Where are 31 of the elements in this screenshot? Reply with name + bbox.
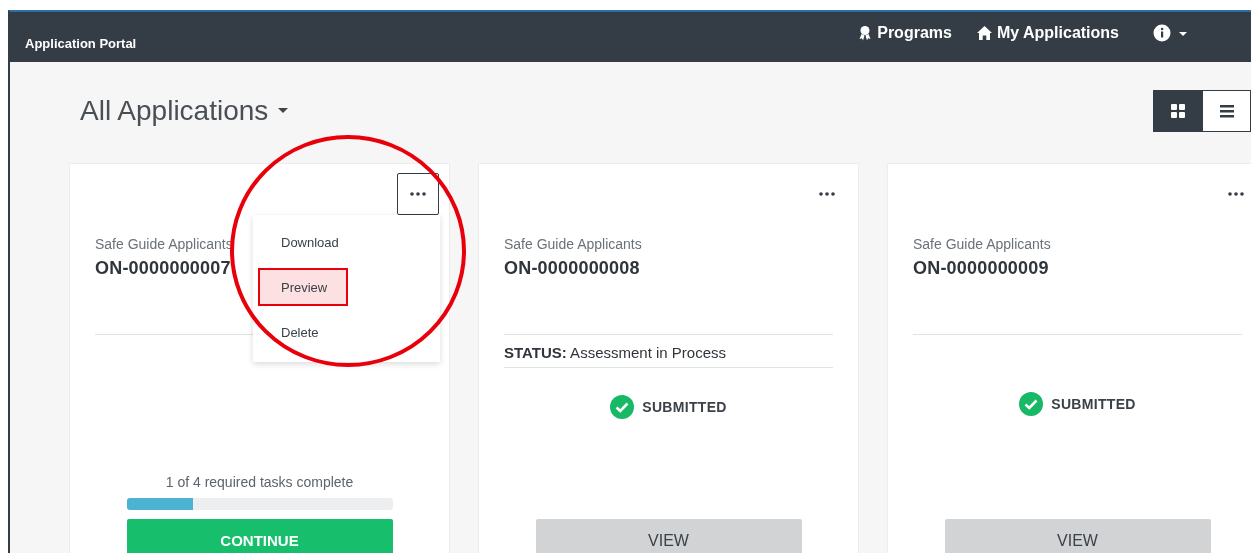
view-button[interactable]: VIEW xyxy=(535,519,802,553)
caret-icon xyxy=(278,108,289,114)
program-name: Safe Guide Applicants xyxy=(913,236,1051,252)
more-options-button[interactable] xyxy=(397,173,439,215)
grid-view-button[interactable] xyxy=(1153,90,1202,132)
grid-icon xyxy=(1169,103,1186,119)
nav-link[interactable]: My Applications xyxy=(975,24,1119,42)
view-filter-dropdown[interactable]: All Applications xyxy=(69,95,289,127)
list-icon xyxy=(1218,103,1235,119)
ellipsis-icon xyxy=(819,192,835,196)
ellipsis-icon xyxy=(410,192,426,196)
application-number: ON-0000000007 xyxy=(95,258,231,279)
info-menu-button[interactable] xyxy=(1153,24,1189,42)
submitted-label: SUBMITTED xyxy=(1051,395,1136,412)
check-circle-icon xyxy=(1019,391,1044,416)
application-number: ON-0000000009 xyxy=(913,258,1049,279)
home-icon xyxy=(975,25,993,41)
list-view-button[interactable] xyxy=(1202,90,1251,132)
status-text: STATUS: Assessment in Process xyxy=(504,343,727,363)
submitted-label: SUBMITTED xyxy=(642,399,727,416)
nav-link[interactable]: Programs xyxy=(857,24,952,42)
app-title: Application Portal xyxy=(25,35,137,51)
progress-text: 1 of 4 required tasks complete xyxy=(165,474,354,490)
program-name: Safe Guide Applicants xyxy=(504,236,642,252)
view-button[interactable]: VIEW xyxy=(944,519,1211,553)
menu-item[interactable]: Download xyxy=(258,222,360,261)
check-circle-icon xyxy=(610,395,635,420)
ellipsis-icon xyxy=(1228,192,1244,196)
menu-item[interactable]: Preview xyxy=(258,267,349,306)
menu-item[interactable]: Delete xyxy=(258,312,340,351)
application-number: ON-0000000008 xyxy=(504,258,640,279)
